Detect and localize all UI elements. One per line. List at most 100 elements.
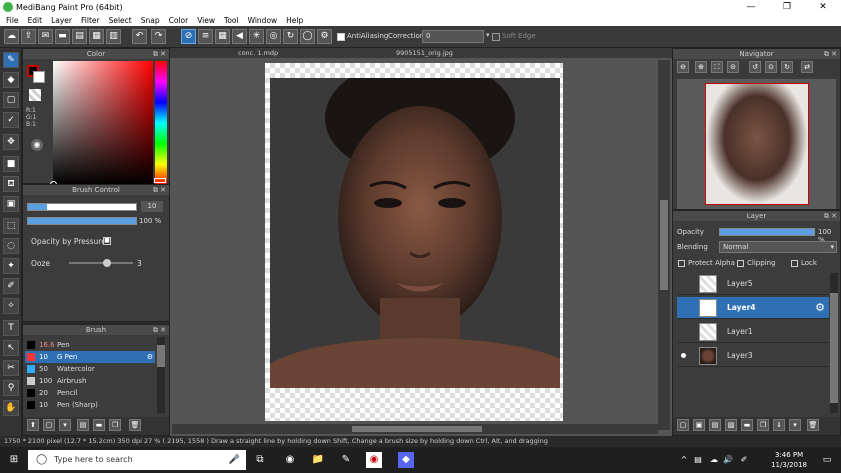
canvas-vertical-scrollbar[interactable]: [658, 60, 670, 430]
panel-close-icon[interactable]: ⧉ ✕: [153, 49, 166, 59]
move-tool-icon[interactable]: ✥: [3, 134, 19, 150]
navigator-preview[interactable]: [677, 79, 836, 209]
brush-new-icon[interactable]: ▤: [77, 419, 89, 431]
bucket-tool-icon[interactable]: ⛾: [3, 176, 19, 192]
saturation-value-picker[interactable]: [50, 61, 153, 188]
redo-icon[interactable]: ↷: [151, 29, 166, 44]
snap-off-icon[interactable]: ⊘: [181, 29, 196, 44]
panel-close-icon[interactable]: ⧉ ✕: [153, 325, 166, 335]
eyedropper-tool-icon[interactable]: ⚲: [3, 380, 19, 396]
menu-file[interactable]: File: [6, 16, 19, 25]
brush-scroll-thumb[interactable]: [157, 345, 165, 367]
text-tool-icon[interactable]: T: [3, 320, 19, 336]
eraser-tool-icon[interactable]: ◆: [3, 72, 19, 88]
layer-merge-icon[interactable]: ⇓: [773, 419, 785, 431]
background-swatch[interactable]: [33, 71, 45, 83]
taskbar-clock[interactable]: 3:46 PM 11/3/2018: [771, 450, 807, 470]
brush-item-pen[interactable]: 16.6 Pen: [25, 339, 155, 351]
fit-icon[interactable]: ⛶: [711, 61, 723, 73]
task-view-icon[interactable]: ⧉: [252, 452, 268, 468]
brush-item-watercolor[interactable]: 50 Watercolor: [25, 363, 155, 375]
snap-radial-icon[interactable]: ✳: [249, 29, 264, 44]
layer-new-1bit-icon[interactable]: ▧: [725, 419, 737, 431]
divide-tool-icon[interactable]: ✂: [3, 360, 19, 376]
zoom-actual-icon[interactable]: ⊝: [727, 61, 739, 73]
select-rect-icon[interactable]: ⬚: [3, 218, 19, 234]
menu-help[interactable]: Help: [286, 16, 303, 25]
lasso-tool-icon[interactable]: ◌: [3, 238, 19, 254]
brush-add-icon[interactable]: ⬆: [27, 419, 39, 431]
layer-new-halftone-icon[interactable]: ▣: [693, 419, 705, 431]
layer-visibility-eye-icon[interactable]: [681, 353, 686, 358]
brush-copy-icon[interactable]: ▢: [43, 419, 55, 431]
medibang-taskbar-icon[interactable]: ◉: [366, 452, 382, 468]
brush-menu-icon[interactable]: ▾: [59, 419, 71, 431]
protect-alpha-checkbox[interactable]: [678, 260, 685, 267]
gradient-tool-icon[interactable]: ▣: [3, 196, 19, 212]
brush-opacity-slider[interactable]: [27, 217, 137, 225]
correction-select[interactable]: 0: [422, 30, 484, 43]
antialiasing-checkbox[interactable]: [337, 33, 345, 41]
chevron-down-icon[interactable]: ▾: [486, 31, 490, 39]
chrome-icon[interactable]: ◉: [282, 452, 298, 468]
snap-circle-icon[interactable]: ◎: [266, 29, 281, 44]
taskbar-search-box[interactable]: ◯ Type here to search 🎤: [28, 450, 246, 470]
file-explorer-icon[interactable]: 📁: [310, 452, 326, 468]
brush-folder-icon[interactable]: ▬: [93, 419, 105, 431]
layer-scroll-thumb[interactable]: [830, 293, 838, 403]
panel-close-icon[interactable]: ⧉ ✕: [153, 185, 166, 195]
operation-tool-icon[interactable]: ↖: [3, 340, 19, 356]
menu-edit[interactable]: Edit: [28, 16, 43, 25]
layer-menu-icon[interactable]: ▾: [789, 419, 801, 431]
select-pen-icon[interactable]: ✐: [3, 278, 19, 294]
snap-parallel-icon[interactable]: ≡: [198, 29, 213, 44]
brush-list-scrollbar[interactable]: [157, 337, 165, 413]
layer-row-layer5[interactable]: Layer5: [677, 273, 829, 295]
palette-icon[interactable]: ◉: [31, 139, 43, 151]
menu-filter[interactable]: Filter: [81, 16, 100, 25]
clipping-checkbox[interactable]: [737, 260, 744, 267]
canvas-hscroll-thumb[interactable]: [352, 426, 482, 432]
brush-item-pen-sharp[interactable]: 10 Pen (Sharp): [25, 399, 155, 411]
transparent-swatch[interactable]: [29, 89, 41, 101]
brush-tool-icon[interactable]: ✎: [3, 52, 19, 68]
fill-rect-icon[interactable]: ■: [3, 156, 19, 172]
snap-ellipse-icon[interactable]: ◯: [300, 29, 315, 44]
chat-icon[interactable]: ▬: [55, 29, 70, 44]
layer-list-scrollbar[interactable]: [830, 273, 838, 413]
rotate-right-icon[interactable]: ↻: [781, 61, 793, 73]
restore-button[interactable]: ❐: [769, 0, 805, 14]
rotate-reset-icon[interactable]: ⊙: [765, 61, 777, 73]
tray-network-icon[interactable]: ▤: [690, 452, 706, 468]
tab-orig-jpg[interactable]: 9905151_orig.jpg: [396, 49, 453, 57]
comment-icon[interactable]: ✉: [38, 29, 53, 44]
line-tool-icon[interactable]: ✓: [3, 112, 19, 128]
layer-duplicate-icon[interactable]: ❐: [757, 419, 769, 431]
close-button[interactable]: ✕: [805, 0, 841, 14]
layer-row-layer1[interactable]: Layer1: [677, 321, 829, 343]
lock-checkbox[interactable]: [791, 260, 798, 267]
grid-icon[interactable]: ▦: [89, 29, 104, 44]
magic-wand-icon[interactable]: ✦: [3, 258, 19, 274]
zoom-out-icon[interactable]: ⊖: [677, 61, 689, 73]
hand-tool-icon[interactable]: ✋: [3, 400, 19, 416]
ooze-slider[interactable]: [69, 259, 133, 267]
panel-close-icon[interactable]: ⧉ ✕: [824, 211, 837, 221]
menu-select[interactable]: Select: [109, 16, 132, 25]
layer-new-8bit-icon[interactable]: ▤: [709, 419, 721, 431]
opacity-pressure-checkbox[interactable]: ■: [103, 237, 111, 245]
snap-settings-icon[interactable]: ⚙: [317, 29, 332, 44]
layer-new-icon[interactable]: ▢: [677, 419, 689, 431]
brush-duplicate-icon[interactable]: ❐: [109, 419, 121, 431]
tray-volume-icon[interactable]: 🔊: [720, 452, 736, 468]
select-eraser-icon[interactable]: ✧: [3, 298, 19, 314]
layer-settings-gear-icon[interactable]: ⚙: [815, 301, 825, 314]
cloud-icon[interactable]: ☁: [4, 29, 19, 44]
upload-icon[interactable]: ⇪: [21, 29, 36, 44]
tab-conc-1[interactable]: conc. 1.mdp: [238, 49, 278, 57]
flip-icon[interactable]: ⇄: [801, 61, 813, 73]
undo-icon[interactable]: ↶: [132, 29, 147, 44]
discord-icon[interactable]: ◆: [398, 452, 414, 468]
brush-settings-gear-icon[interactable]: ⚙: [147, 351, 153, 363]
canvas-vscroll-thumb[interactable]: [660, 200, 668, 290]
